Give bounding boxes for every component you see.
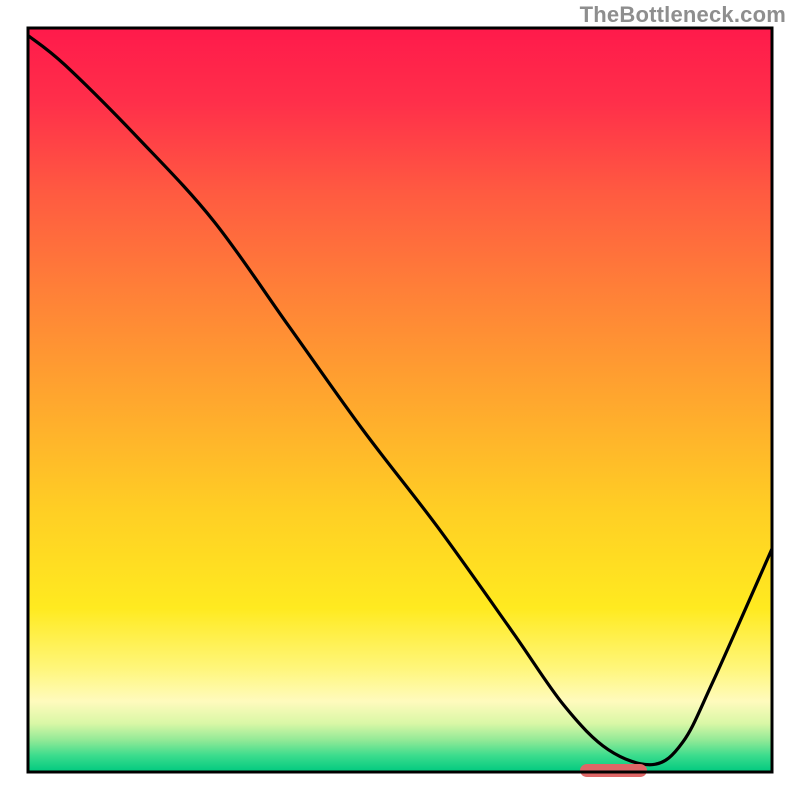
bottleneck-chart: [0, 0, 800, 800]
chart-container: TheBottleneck.com: [0, 0, 800, 800]
watermark-text: TheBottleneck.com: [580, 2, 786, 28]
